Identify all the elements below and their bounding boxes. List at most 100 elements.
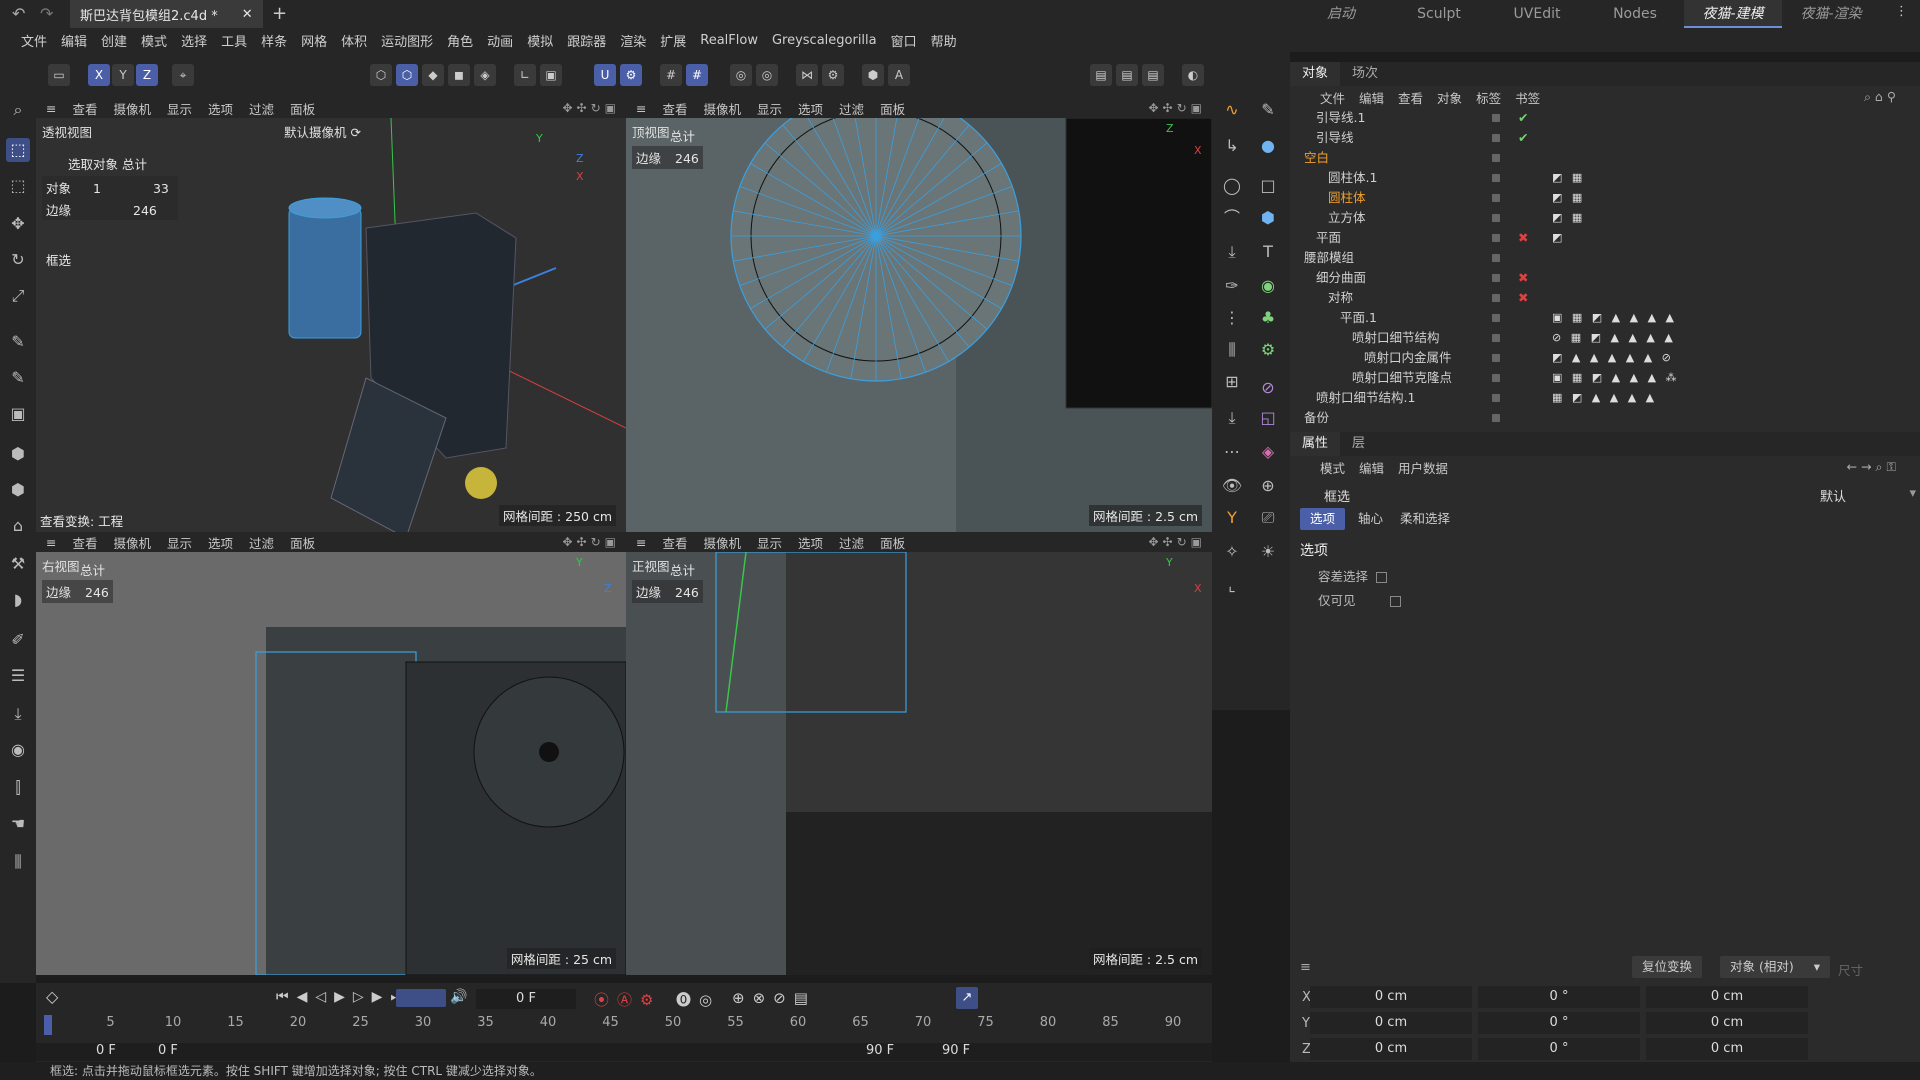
coordinate-system-icon[interactable]: ⌖ (172, 64, 194, 86)
bridge-icon[interactable]: ⫼ (1220, 338, 1244, 362)
pen-icon[interactable]: ✎ (6, 366, 30, 390)
soft-selection-icon[interactable]: ◎ (756, 64, 778, 86)
gear-icon[interactable]: ⚙ (1256, 338, 1280, 362)
axis-icon[interactable]: ⌞ (1220, 574, 1244, 598)
perspective-viewport[interactable]: ≡ 查看 摄像机 显示 选项 过滤 面板 ✥✣↻▣ 透视视图 默认摄像机 ⟳ 选… (36, 98, 626, 532)
object-row[interactable]: 引导线.1 ✔ (1290, 108, 1920, 128)
render-settings-icon[interactable]: ▤ (1142, 64, 1164, 86)
om-menu-object[interactable]: 对象 (1437, 88, 1462, 107)
vp-menu-camera[interactable]: 摄像机 (114, 533, 152, 552)
solo-icon[interactable]: ▣ (540, 64, 562, 86)
vp-menu-filter[interactable]: 过滤 (249, 533, 274, 552)
search-icon[interactable]: ⌕ ⌂ ⚲ (1864, 89, 1896, 105)
front-viewport[interactable]: ≡ 查看 摄像机 显示 选项 过滤 面板 ✥✣↻▣ Y X 正视图 总计 边缘 2… (626, 532, 1212, 975)
loop-icon[interactable]: ⋮ (1220, 306, 1244, 330)
key-controls[interactable]: ⓿◎ (676, 989, 720, 1010)
vp-menu-panel[interactable]: 面板 (290, 533, 315, 552)
top-viewport[interactable]: ≡ 查看 摄像机 显示 选项 过滤 面板 ✥✣↻▣ Z X 顶视图 总计 边缘 2… (626, 98, 1212, 532)
tolerant-selection-option[interactable]: 容差选择 (1318, 566, 1388, 585)
vp-menu-filter[interactable]: 过滤 (249, 99, 274, 118)
document-tab[interactable]: 斯巴达背包模组2.c4d * ✕ (70, 0, 263, 28)
tolerant-selection-checkbox[interactable] (1376, 572, 1388, 583)
viewport-nav-icons[interactable]: ✥✣↻▣ (562, 98, 620, 118)
size-field[interactable]: 0 cm (1646, 1012, 1808, 1034)
vp-menu-filter[interactable]: 过滤 (839, 99, 864, 118)
close-tab-icon[interactable]: ✕ (242, 7, 253, 22)
hand-icon[interactable]: ☚ (6, 812, 30, 836)
cube-icon[interactable]: ⬢ (6, 442, 30, 466)
enable-toggle[interactable]: ✔ (1518, 108, 1528, 128)
vp-menu-view[interactable]: 查看 (72, 533, 97, 552)
object-row[interactable]: 对称 ✖ (1290, 288, 1920, 308)
menu-window[interactable]: 窗口 (884, 31, 924, 50)
snap-settings-icon[interactable]: ⚙ (620, 64, 642, 86)
om-menu-edit[interactable]: 编辑 (1359, 88, 1384, 107)
object-tags[interactable]: ◩ (1552, 228, 1565, 248)
menu-realflow[interactable]: RealFlow (693, 33, 765, 48)
playhead[interactable] (44, 1015, 52, 1035)
object-row[interactable]: 腰部模组 (1290, 248, 1920, 268)
vp-menu-options[interactable]: 选项 (798, 533, 823, 552)
new-tab-icon[interactable]: + (272, 3, 287, 24)
subdivision-icon[interactable]: ◉ (1256, 274, 1280, 298)
symmetry-icon[interactable]: ⋈ (796, 64, 818, 86)
workspace-tab-sculpt[interactable]: Sculpt (1390, 0, 1488, 28)
subtab-options[interactable]: 选项 (1300, 508, 1346, 530)
field-icon[interactable]: ◱ (1256, 406, 1280, 430)
object-row[interactable]: 平面.1 ▣ ▦ ◩ ▲ ▲ ▲ ▲ (1290, 308, 1920, 328)
search-icon[interactable]: ⌕ (6, 98, 30, 122)
viewport-nav-icons[interactable]: ✥✣↻▣ (1148, 98, 1206, 118)
vp-menu-camera[interactable]: 摄像机 (114, 99, 152, 118)
visibility-toggle[interactable] (1492, 354, 1500, 362)
enable-toggle[interactable]: ✖ (1518, 288, 1528, 308)
menu-tools[interactable]: 工具 (214, 31, 254, 50)
brush-icon[interactable]: ✎ (6, 330, 30, 354)
vp-menu-panel[interactable]: 面板 (290, 99, 315, 118)
navigation-icons[interactable]: ← → ⌕ ⚿ (1847, 459, 1896, 475)
object-row[interactable]: 立方体 ◩ ▦ (1290, 208, 1920, 228)
visibility-toggle[interactable] (1492, 274, 1500, 282)
playback-controls[interactable]: ⏮◀◁▶▷▶⏭ (276, 989, 411, 1005)
visibility-toggle[interactable] (1492, 314, 1500, 322)
redo-icon[interactable]: ↷ (40, 4, 53, 23)
vp-menu-options[interactable]: 选项 (798, 99, 823, 118)
vp-menu-panel[interactable]: 面板 (880, 99, 905, 118)
om-menu-view[interactable]: 查看 (1398, 88, 1423, 107)
magnet-icon[interactable]: ◗ (6, 588, 30, 612)
branch-icon[interactable]: Y (1220, 506, 1244, 530)
spline-pen-icon[interactable]: ∿ (1220, 98, 1244, 122)
x-axis-icon[interactable]: X (88, 64, 110, 86)
spline-icon[interactable]: ↳ (1220, 134, 1244, 158)
object-tags[interactable]: ▣ ▦ ◩ ▲ ▲ ▲ ▲ (1552, 308, 1677, 328)
menu-create[interactable]: 创建 (94, 31, 134, 50)
visibility-toggle[interactable] (1492, 234, 1500, 242)
right-viewport[interactable]: ≡ 查看 摄像机 显示 选项 过滤 面板 ✥✣↻▣ Y Z 右视图 总计 边缘 2… (36, 532, 626, 975)
uv-mode-icon[interactable]: ◼ (448, 64, 470, 86)
record-controls[interactable]: ⦿Ⓐ⚙ (594, 989, 661, 1010)
menu-help[interactable]: 帮助 (924, 31, 964, 50)
object-row[interactable]: 圆柱体.1 ◩ ▦ (1290, 168, 1920, 188)
menu-simulate[interactable]: 模拟 (520, 31, 560, 50)
menu-edit[interactable]: 编辑 (54, 31, 94, 50)
render-view-icon[interactable]: ▤ (1090, 64, 1112, 86)
visibility-toggle[interactable] (1492, 254, 1500, 262)
visibility-toggle[interactable] (1492, 414, 1500, 422)
lock-icon[interactable]: ◎ (730, 64, 752, 86)
key-filter-controls[interactable]: ⊕⊗⊘▤ (732, 989, 816, 1007)
enable-toggle[interactable]: ✖ (1518, 228, 1528, 248)
box-select-icon[interactable]: ⬚ (6, 138, 30, 162)
object-row[interactable]: 备份 (1290, 408, 1920, 428)
menu-spline[interactable]: 样条 (254, 31, 294, 50)
menu-select[interactable]: 选择 (174, 31, 214, 50)
workspace-tab-modeling[interactable]: 夜猫-建模 (1684, 0, 1782, 28)
render-object-icon[interactable]: ⬢ (862, 64, 884, 86)
om-menu-bookmarks[interactable]: 书签 (1515, 88, 1540, 107)
hamburger-icon[interactable]: ≡ (46, 535, 56, 550)
object-tags[interactable]: ▦ ◩ ▲ ▲ ▲ ▲ (1552, 388, 1657, 408)
vp-menu-filter[interactable]: 过滤 (839, 533, 864, 552)
hamburger-icon[interactable]: ≡ (636, 101, 646, 116)
loop-icon[interactable] (396, 989, 446, 1007)
vp-menu-display[interactable]: 显示 (757, 99, 782, 118)
object-row[interactable]: 平面 ✖ ◩ (1290, 228, 1920, 248)
cube-primitive-icon[interactable]: ⬢ (1256, 206, 1280, 230)
